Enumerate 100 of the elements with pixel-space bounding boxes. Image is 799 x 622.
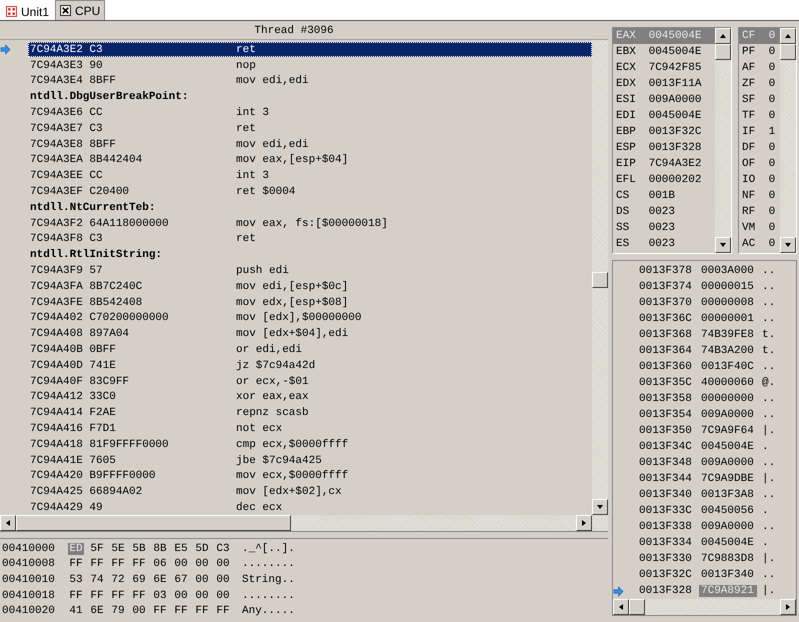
register-row[interactable]: EDI 0045004E: [613, 108, 715, 124]
dump-byte[interactable]: FF: [110, 558, 126, 570]
instruction-line[interactable]: 7C94A40F 83C9FF or ecx,-$01: [28, 374, 592, 390]
stack-value[interactable]: 7C9883D8: [699, 553, 757, 565]
stack-value[interactable]: 7C9A9DBE: [699, 473, 757, 485]
scrollbar-thumb[interactable]: [16, 515, 291, 531]
instruction-line[interactable]: 7C94A3FA 8B7C240C mov edi,[esp+$0c]: [28, 279, 592, 294]
instruction-line[interactable]: 7C94A3F8 C3 ret: [28, 232, 592, 247]
stack-value[interactable]: 7C9A9F64: [699, 425, 757, 437]
stack-value[interactable]: 40000060: [699, 377, 757, 389]
scrollbar-thumb[interactable]: [780, 44, 796, 60]
flag-row[interactable]: PF 0: [739, 44, 780, 60]
dump-byte[interactable]: E5: [173, 542, 189, 555]
dump-byte[interactable]: 6E: [89, 605, 105, 618]
left-triangle-icon[interactable]: [617, 603, 625, 611]
stack-value[interactable]: 0013F40C: [699, 361, 757, 373]
flag-row[interactable]: NF 0: [739, 188, 780, 204]
stack-value[interactable]: 0045004E: [699, 441, 757, 453]
flag-row[interactable]: VM 0: [739, 220, 780, 236]
dump-byte[interactable]: FF: [68, 558, 84, 570]
dump-byte[interactable]: 69: [131, 574, 147, 586]
flag-row[interactable]: ZF 0: [739, 76, 780, 92]
dump-byte[interactable]: 00: [131, 605, 147, 618]
register-row[interactable]: ESP 0013F328: [613, 140, 715, 156]
left-triangle-icon[interactable]: [4, 519, 12, 527]
dump-byte[interactable]: 00: [194, 590, 210, 602]
instruction-line[interactable]: 7C94A40D 741E jz $7c94a42d: [28, 358, 592, 374]
symbol-label[interactable]: ntdll.RtlInitString:: [28, 248, 592, 263]
tab[interactable]: CPU: [55, 0, 106, 20]
flag-row[interactable]: IO 0: [739, 172, 780, 188]
register-row[interactable]: ECX 7C942F85: [613, 60, 715, 76]
instruction-line[interactable]: 7C94A412 33C0 xor eax,eax: [28, 390, 592, 405]
dump-byte[interactable]: 00: [194, 558, 210, 570]
flag-row[interactable]: RF 0: [739, 204, 780, 220]
vertical-scrollbar[interactable]: [592, 40, 608, 515]
register-row[interactable]: ESI 009A0000: [613, 92, 715, 108]
instruction-line[interactable]: 7C94A3EA 8B442404 mov eax,[esp+$04]: [28, 152, 592, 168]
dump-byte[interactable]: FF: [131, 590, 147, 602]
down-triangle-icon[interactable]: [719, 241, 727, 249]
register-row[interactable]: EDX 0013F11A: [613, 76, 715, 92]
stack-value[interactable]: 0003A000: [699, 265, 757, 277]
stack-value[interactable]: 0013F3A8: [699, 489, 757, 501]
instruction-line[interactable]: 7C94A425 66894A02 mov [edx+$02],cx: [28, 484, 592, 500]
stack-value[interactable]: 74B39FE8: [699, 329, 757, 341]
instruction-line[interactable]: 7C94A3F9 57 push edi: [28, 264, 592, 279]
dump-byte[interactable]: 03: [152, 590, 168, 602]
up-triangle-icon[interactable]: [784, 32, 792, 40]
dump-byte[interactable]: 5E: [110, 542, 126, 555]
symbol-label[interactable]: ntdll.NtCurrentTeb:: [28, 200, 592, 216]
dump-byte[interactable]: FF: [152, 605, 168, 618]
stack-value[interactable]: 00450056: [699, 505, 757, 517]
flag-row[interactable]: OF 0: [739, 156, 780, 172]
down-triangle-icon[interactable]: [596, 503, 604, 511]
dump-byte[interactable]: 00: [173, 590, 189, 602]
stack-value[interactable]: 00000000: [699, 393, 757, 405]
instruction-line[interactable]: 7C94A3E8 8BFF mov edi,edi: [28, 137, 592, 152]
register-row[interactable]: ES 0023: [613, 236, 715, 252]
instruction-line[interactable]: 7C94A3E6 CC int 3: [28, 106, 592, 121]
vertical-scrollbar[interactable]: [715, 28, 731, 253]
flag-row[interactable]: IF 1: [739, 124, 780, 140]
register-row[interactable]: EBP 0013F32C: [613, 124, 715, 140]
dump-byte[interactable]: 5D: [194, 542, 210, 555]
dump-byte[interactable]: FF: [89, 558, 105, 570]
horizontal-scrollbar[interactable]: [0, 515, 608, 531]
dump-byte[interactable]: FF: [68, 590, 84, 602]
instruction-line[interactable]: 7C94A418 81F9FFFF0000 cmp ecx,$0000ffff: [28, 437, 592, 452]
dump-byte[interactable]: 53: [68, 574, 84, 586]
right-triangle-icon[interactable]: [580, 519, 588, 527]
flag-row[interactable]: TF 0: [739, 108, 780, 124]
dump-byte[interactable]: 06: [152, 558, 168, 570]
dump-byte[interactable]: 5B: [131, 542, 147, 555]
dump-byte[interactable]: C3: [215, 542, 231, 555]
register-row[interactable]: EBX 0045004E: [613, 44, 715, 60]
dump-byte[interactable]: 41: [68, 605, 84, 618]
instruction-line[interactable]: 7C94A408 897A04 mov [edx+$04],edi: [28, 326, 592, 342]
dump-byte[interactable]: 79: [110, 605, 126, 618]
dump-byte[interactable]: 00: [215, 574, 231, 586]
instruction-line[interactable]: 7C94A3F2 64A118000000 mov eax, fs:[$00000018]: [28, 216, 592, 232]
dump-byte[interactable]: 67: [173, 574, 189, 586]
stack-value[interactable]: 74B3A200: [699, 345, 757, 357]
register-row[interactable]: EFL 00000202: [613, 172, 715, 188]
stack-value[interactable]: 0013F340: [699, 569, 757, 581]
register-row[interactable]: DS 0023: [613, 204, 715, 220]
scrollbar-thumb[interactable]: [715, 44, 731, 60]
instruction-line[interactable]: 7C94A3FE 8B542408 mov edx,[esp+$08]: [28, 295, 592, 310]
vertical-scrollbar[interactable]: [780, 28, 796, 253]
dump-byte[interactable]: 8B: [152, 542, 168, 555]
tab[interactable]: Unit1: [2, 3, 54, 20]
register-row[interactable]: SS 0023: [613, 220, 715, 236]
stack-value[interactable]: 00000015: [699, 281, 757, 293]
dump-byte[interactable]: 74: [89, 574, 105, 586]
instruction-line[interactable]: 7C94A402 C70200000000 mov [edx],$00000000: [28, 310, 592, 326]
stack-value[interactable]: 009A0000: [699, 521, 757, 533]
stack-value[interactable]: 009A0000: [699, 457, 757, 469]
instruction-line[interactable]: 7C94A420 B9FFFF0000 mov ecx,$0000ffff: [28, 468, 592, 484]
dump-byte[interactable]: 00: [173, 558, 189, 570]
instruction-line[interactable]: 7C94A429 49 dec ecx: [28, 500, 592, 516]
dump-byte[interactable]: FF: [131, 558, 147, 570]
dump-byte[interactable]: 72: [110, 574, 126, 586]
flag-row[interactable]: DF 0: [739, 140, 780, 156]
